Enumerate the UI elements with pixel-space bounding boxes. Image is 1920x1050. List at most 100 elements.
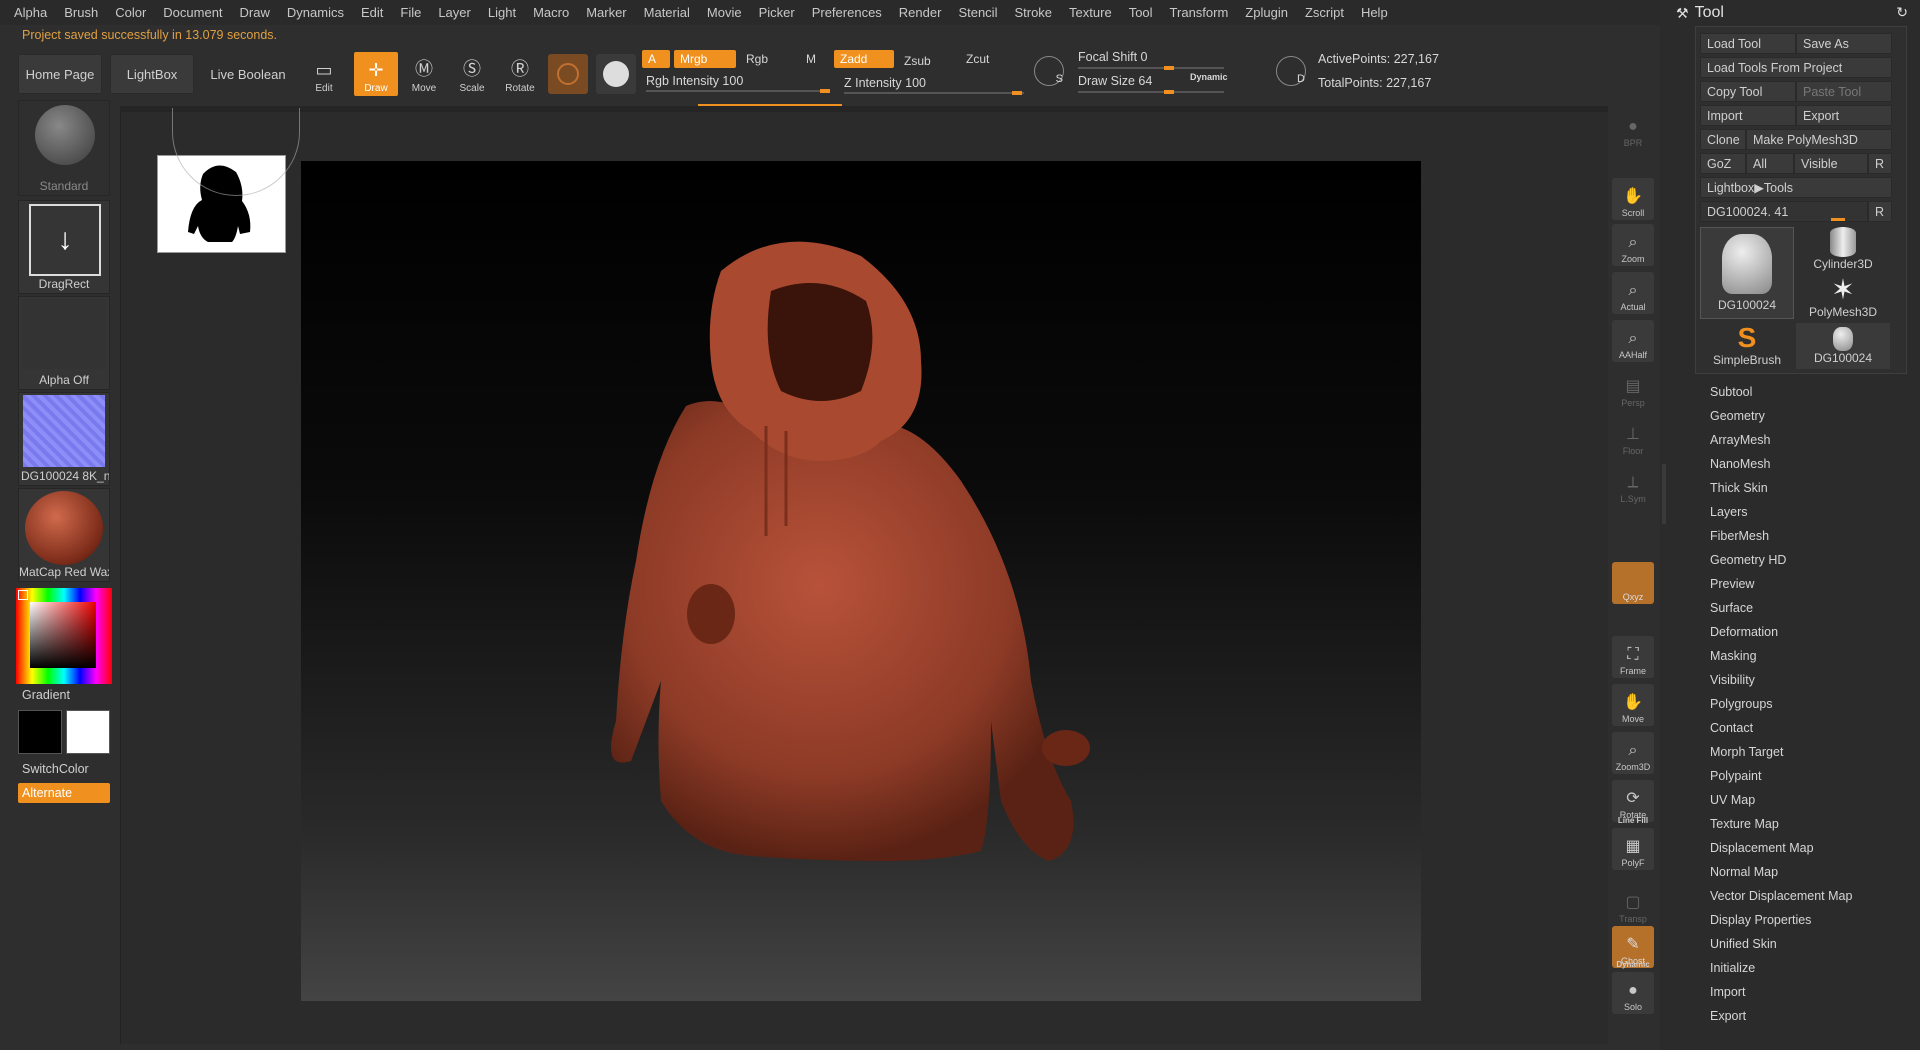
goz-visible-button[interactable]: Visible (1794, 153, 1868, 174)
shelf-polyf-button[interactable]: ▦ PolyF (1612, 828, 1654, 870)
tool-tile-dg100024[interactable]: DG100024 (1700, 227, 1794, 319)
goz-all-button[interactable]: All (1746, 153, 1794, 174)
menu-material[interactable]: Material (644, 5, 690, 20)
tool-menu-vector-displacement-map[interactable]: Vector Displacement Map (1710, 884, 1852, 908)
tool-tile-polymesh3d[interactable]: ✶ PolyMesh3D (1796, 275, 1890, 321)
tool-menu-masking[interactable]: Masking (1710, 644, 1852, 668)
menu-edit[interactable]: Edit (361, 5, 383, 20)
tool-tile-dg100024-2[interactable]: DG100024 (1796, 323, 1890, 369)
tool-menu-layers[interactable]: Layers (1710, 500, 1852, 524)
focal-shift-knob[interactable] (1164, 66, 1174, 70)
focal-shift-slider[interactable] (1078, 67, 1224, 69)
goz-r-button[interactable]: R (1868, 153, 1892, 174)
tool-menu-contact[interactable]: Contact (1710, 716, 1852, 740)
tool-menu-nanomesh[interactable]: NanoMesh (1710, 452, 1852, 476)
menu-layer[interactable]: Layer (438, 5, 471, 20)
shelf-move-button[interactable]: ✋ Move (1612, 684, 1654, 726)
menu-texture[interactable]: Texture (1069, 5, 1112, 20)
tool-menu-arraymesh[interactable]: ArrayMesh (1710, 428, 1852, 452)
shelf-actual-button[interactable]: ⌕ Actual (1612, 272, 1654, 314)
tool-tile-cylinder3d[interactable]: Cylinder3D (1796, 227, 1890, 273)
menu-render[interactable]: Render (899, 5, 942, 20)
menu-zscript[interactable]: Zscript (1305, 5, 1344, 20)
current-tool-slider[interactable]: DG100024. 41 (1700, 201, 1868, 222)
current-tool-r-button[interactable]: R (1868, 201, 1892, 222)
menu-stroke[interactable]: Stroke (1014, 5, 1052, 20)
tool-menu-unified-skin[interactable]: Unified Skin (1710, 932, 1852, 956)
make-polymesh3d-button[interactable]: Make PolyMesh3D (1746, 129, 1892, 150)
tool-menu-visibility[interactable]: Visibility (1710, 668, 1852, 692)
lazy-mouse-s-icon[interactable]: S (1034, 56, 1064, 86)
menu-dynamics[interactable]: Dynamics (287, 5, 344, 20)
menu-macro[interactable]: Macro (533, 5, 569, 20)
z-intensity-knob[interactable] (1012, 91, 1022, 95)
shelf-transp-button[interactable]: ▢ Transp (1612, 884, 1654, 926)
tool-menu-deformation[interactable]: Deformation (1710, 620, 1852, 644)
menu-file[interactable]: File (400, 5, 421, 20)
tool-menu-geometry[interactable]: Geometry (1710, 404, 1852, 428)
color-cursor[interactable] (18, 590, 28, 600)
menu-marker[interactable]: Marker (586, 5, 626, 20)
zadd-toggle[interactable]: Zadd (834, 50, 894, 68)
tool-menu-export[interactable]: Export (1710, 1004, 1852, 1028)
rgb-toggle[interactable]: Rgb (740, 50, 796, 68)
export-button[interactable]: Export (1796, 105, 1892, 126)
current-tool-knob[interactable] (1831, 218, 1845, 221)
material-button[interactable] (548, 54, 588, 94)
tool-menu-morph-target[interactable]: Morph Target (1710, 740, 1852, 764)
lightbox-tools-button[interactable]: Lightbox▶Tools (1700, 177, 1892, 198)
tool-menu-surface[interactable]: Surface (1710, 596, 1852, 620)
tool-menu-fibermesh[interactable]: FiberMesh (1710, 524, 1852, 548)
3d-viewport[interactable] (301, 161, 1421, 1001)
main-color-swatch[interactable] (18, 710, 62, 754)
refresh-icon[interactable]: ↻ (1896, 4, 1908, 21)
zsub-toggle[interactable]: Zsub (898, 52, 954, 70)
zcut-toggle[interactable]: Zcut (960, 50, 1016, 68)
stroke-sphere-button[interactable] (596, 54, 636, 94)
import-button[interactable]: Import (1700, 105, 1796, 126)
tool-menu-display-properties[interactable]: Display Properties (1710, 908, 1852, 932)
tool-menu-subtool[interactable]: Subtool (1710, 380, 1852, 404)
lightbox-button[interactable]: LightBox (110, 54, 194, 94)
clone-button[interactable]: Clone (1700, 129, 1746, 150)
menu-movie[interactable]: Movie (707, 5, 742, 20)
shelf-frame-button[interactable]: ⛶ Frame (1612, 636, 1654, 678)
shelf-bpr-button[interactable]: ● BPR (1612, 108, 1654, 150)
menu-document[interactable]: Document (163, 5, 222, 20)
m-toggle[interactable]: M (800, 50, 830, 68)
load-tools-from-project-button[interactable]: Load Tools From Project (1700, 57, 1892, 78)
scale-button[interactable]: Ⓢ Scale (450, 52, 494, 96)
alternate-button[interactable]: Alternate (18, 783, 110, 803)
load-tool-button[interactable]: Load Tool (1700, 33, 1796, 54)
texture-slot[interactable]: DG100024 8K_nc (18, 392, 110, 486)
shelf-floor-button[interactable]: ⊥ Floor (1612, 416, 1654, 458)
menu-picker[interactable]: Picker (759, 5, 795, 20)
color-sv-square[interactable] (30, 602, 96, 668)
z-intensity-slider[interactable] (844, 92, 1024, 94)
color-picker[interactable] (16, 588, 112, 684)
tool-menu-geometry-hd[interactable]: Geometry HD (1710, 548, 1852, 572)
shelf-qxyz-button[interactable]: Qxyz (1612, 562, 1654, 604)
dynamic-toggle[interactable]: Dynamic (1190, 72, 1228, 82)
menu-tool[interactable]: Tool (1129, 5, 1153, 20)
shelf-aahalf-button[interactable]: ⌕ AAHalf (1612, 320, 1654, 362)
tool-tile-simplebrush[interactable]: S SimpleBrush (1700, 323, 1794, 369)
menu-preferences[interactable]: Preferences (812, 5, 882, 20)
rotate-button[interactable]: Ⓡ Rotate (498, 52, 542, 96)
tool-menu-uv-map[interactable]: UV Map (1710, 788, 1852, 812)
palette-scrollbar[interactable] (1662, 464, 1666, 524)
edit-button[interactable]: ▭ Edit (302, 52, 346, 96)
menu-draw[interactable]: Draw (240, 5, 270, 20)
lazy-mouse-d-icon[interactable]: D (1276, 56, 1306, 86)
draw-size-knob[interactable] (1164, 90, 1174, 94)
shelf-zoom3d-button[interactable]: ⌕ Zoom3D (1612, 732, 1654, 774)
shelf-scroll-button[interactable]: ✋ Scroll (1612, 178, 1654, 220)
stroke-slot[interactable]: ↓ DragRect (18, 200, 110, 294)
live-boolean-button[interactable]: Live Boolean (202, 54, 294, 94)
shelf-solo-button[interactable]: ● Solo (1612, 972, 1654, 1014)
rgb-intensity-slider[interactable] (646, 90, 830, 92)
paste-tool-button[interactable]: Paste Tool (1796, 81, 1892, 102)
shelf-zoom-button[interactable]: ⌕ Zoom (1612, 224, 1654, 266)
rgb-intensity-knob[interactable] (820, 89, 830, 93)
menu-light[interactable]: Light (488, 5, 516, 20)
